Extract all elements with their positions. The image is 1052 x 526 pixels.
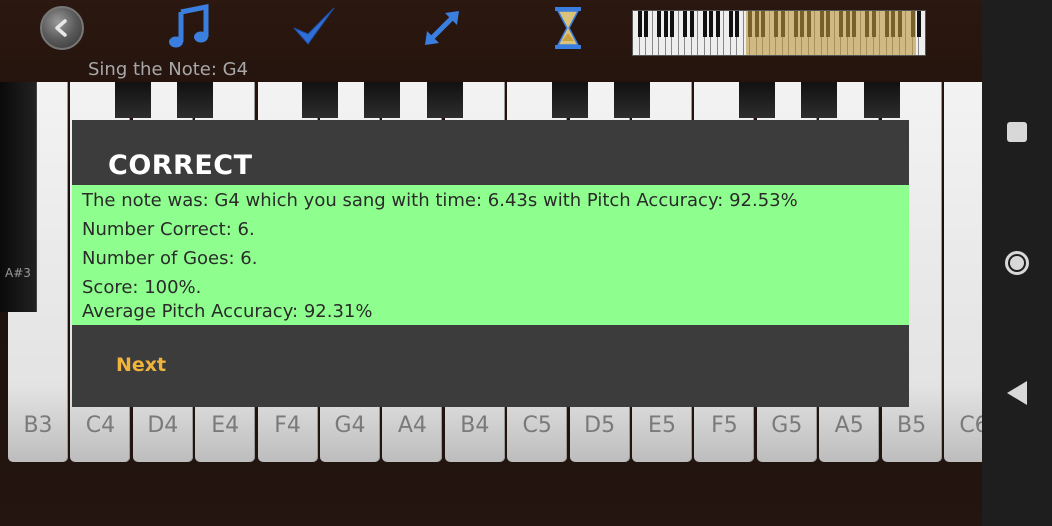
back-button[interactable] — [34, 2, 90, 54]
prompt-label: Sing the Note: G4 — [88, 59, 249, 80]
result-dialog: CORRECT The note was: G4 which you sang … — [72, 120, 909, 407]
white-key-label: D4 — [147, 413, 179, 438]
square-icon — [1007, 122, 1027, 142]
white-key-label: A5 — [834, 413, 864, 438]
white-key-label: G5 — [771, 413, 803, 438]
black-key[interactable] — [114, 82, 151, 118]
mini-black-key — [683, 11, 687, 37]
mini-black-key — [709, 11, 713, 37]
white-key-label: G4 — [334, 413, 366, 438]
mini-black-key — [728, 11, 733, 37]
expand-arrows-icon — [425, 11, 459, 45]
white-key-label: B4 — [460, 413, 490, 438]
black-key[interactable] — [364, 82, 401, 118]
visible-range-highlight — [746, 11, 916, 55]
black-key-label: A#3 — [5, 266, 31, 280]
mini-black-key — [644, 11, 648, 37]
back-icon — [40, 6, 84, 50]
white-key-label: F4 — [274, 413, 301, 438]
timer-button[interactable] — [540, 2, 596, 54]
white-key-label: C5 — [522, 413, 552, 438]
white-key-label: E4 — [211, 413, 240, 438]
expand-button[interactable] — [414, 2, 470, 54]
mini-black-key — [702, 11, 707, 37]
black-key[interactable] — [426, 82, 463, 118]
number-correct-line: Number Correct: 6. — [82, 219, 255, 240]
circle-icon — [1005, 251, 1029, 275]
black-key[interactable] — [614, 82, 650, 118]
black-key[interactable] — [738, 82, 775, 118]
white-key-label: C6 — [959, 413, 982, 438]
recents-button[interactable] — [982, 108, 1052, 156]
mini-black-key — [735, 11, 739, 37]
black-key[interactable] — [863, 82, 900, 118]
white-key[interactable]: C6 — [944, 82, 982, 462]
mini-black-key — [663, 11, 668, 37]
score-line: Score: 100%. — [82, 277, 202, 298]
music-button[interactable] — [162, 2, 218, 54]
result-note-line: The note was: G4 which you sang with tim… — [82, 190, 798, 211]
next-button[interactable]: Next — [116, 354, 166, 376]
mini-keyboard-icon[interactable] — [632, 10, 926, 56]
result-panel: The note was: G4 which you sang with tim… — [72, 185, 909, 325]
black-key-a-sharp-3[interactable]: A#3 — [0, 82, 37, 312]
mini-black-key — [689, 11, 694, 37]
checkmark-icon — [293, 7, 335, 45]
system-back-button[interactable] — [982, 369, 1052, 417]
mini-black-key — [637, 11, 642, 37]
black-key[interactable] — [177, 82, 214, 118]
mini-black-key — [917, 11, 921, 37]
black-key[interactable] — [801, 82, 838, 118]
number-of-goes-line: Number of Goes: 6. — [82, 248, 258, 269]
app-screen: Sing the Note: G4 B3 C4 D4 E4 F4 G4 A4 B4 C5 D5 E5… — [0, 0, 982, 526]
white-key-label: D5 — [584, 413, 616, 438]
mini-black-key — [715, 11, 720, 37]
black-key[interactable] — [551, 82, 588, 118]
dialog-title: CORRECT — [108, 150, 253, 181]
white-key-label: C4 — [85, 413, 116, 438]
home-button[interactable] — [982, 239, 1052, 287]
triangle-back-icon — [1007, 381, 1027, 405]
white-key-label: B5 — [897, 413, 927, 438]
system-nav-bar — [982, 0, 1052, 526]
white-key-label: E5 — [648, 413, 676, 438]
hourglass-icon — [555, 7, 581, 49]
white-key-label: A4 — [397, 413, 427, 438]
music-note-icon — [169, 4, 209, 48]
white-key-label: B3 — [23, 413, 53, 438]
mini-black-key — [670, 11, 674, 37]
black-key[interactable] — [302, 82, 338, 118]
average-pitch-line: Average Pitch Accuracy: 92.31% — [82, 301, 373, 322]
mini-black-key — [657, 11, 661, 37]
white-key-label: F5 — [711, 413, 738, 438]
check-button[interactable] — [286, 2, 342, 54]
